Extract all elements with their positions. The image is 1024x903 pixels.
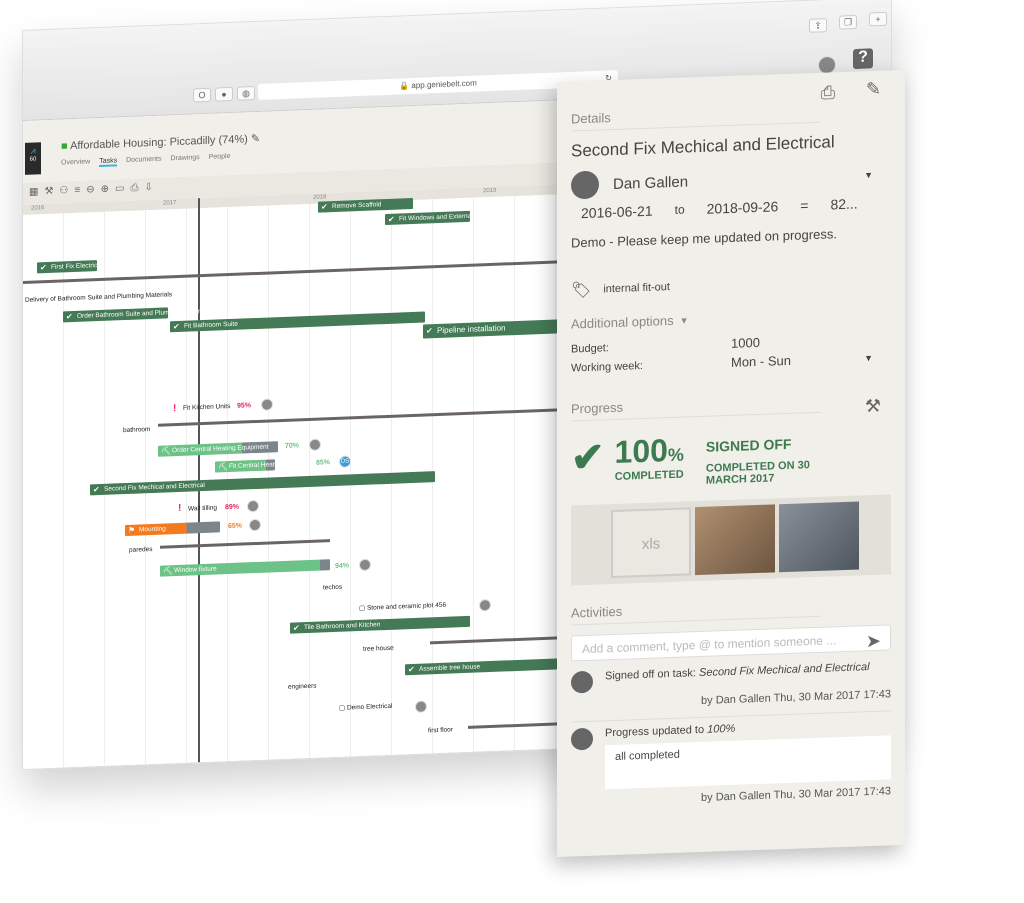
tabs-icon[interactable]: ❐ xyxy=(839,14,857,30)
avatar xyxy=(571,670,593,694)
budget-value[interactable]: 1000 xyxy=(731,335,760,351)
photo-thumbnail[interactable] xyxy=(779,501,859,573)
calendar-icon: ▢ xyxy=(339,704,347,712)
chevron-down-icon[interactable]: ▼ xyxy=(864,352,873,362)
task-bar[interactable]: First Fix Electrical and Mechanical xyxy=(37,260,150,274)
help-icon[interactable]: ? xyxy=(853,48,873,70)
task-percent: 89% xyxy=(225,503,240,512)
working-week-select[interactable]: Mon - Sun xyxy=(731,353,791,370)
share-icon[interactable]: ⇪ xyxy=(809,18,827,33)
photo-thumbnail[interactable] xyxy=(695,504,775,576)
group-label: first floor xyxy=(428,726,453,735)
tag-icon: 🏷 xyxy=(571,281,592,300)
comment-bubble: all completed xyxy=(605,735,891,790)
start-date[interactable]: 2016-06-21 xyxy=(581,203,653,222)
duration[interactable]: 82... xyxy=(830,195,857,212)
pin-icon[interactable]: ● xyxy=(215,86,233,102)
group-label: techos xyxy=(323,583,343,592)
progress-heading: Progress xyxy=(571,392,821,422)
tag[interactable]: internal fit-out xyxy=(603,281,670,295)
activity-item: Signed off on task: Second Fix Mechical … xyxy=(571,660,891,694)
signed-off-status: SIGNED OFF xyxy=(705,435,792,455)
group-label: bathroom xyxy=(123,426,151,435)
lock-icon: 🔒 xyxy=(399,81,412,91)
assignee-name[interactable]: Dan Gallen xyxy=(613,173,688,193)
group-label: paredes xyxy=(129,545,153,554)
task-bar[interactable]: Fit Central Heating Boiler xyxy=(215,459,302,473)
assignee-dropdown-icon[interactable]: ▼ xyxy=(864,170,873,180)
edit-icon[interactable]: ✎ xyxy=(251,133,260,145)
add-task-icon[interactable]: ⚒ xyxy=(44,186,53,200)
task-percent: 85% xyxy=(316,459,331,467)
xls-file-icon[interactable]: xls xyxy=(611,507,691,579)
details-heading: Details xyxy=(571,102,821,132)
grid-icon[interactable]: ▦ xyxy=(29,186,38,200)
alert-icon: ! xyxy=(173,403,177,415)
export-icon[interactable]: ⇩ xyxy=(144,182,152,196)
task-label[interactable]: Wall tilling xyxy=(188,505,217,513)
new-tab-icon[interactable]: + xyxy=(869,11,887,27)
task-percent: 95% xyxy=(237,402,252,410)
app-logo[interactable]: ⩘ 60 xyxy=(25,142,41,175)
zoom-out-icon[interactable]: ⊖ xyxy=(86,184,94,198)
end-date[interactable]: 2018-09-26 xyxy=(707,198,779,217)
tab-people[interactable]: People xyxy=(209,153,231,163)
project-grid-icon: ■ xyxy=(61,140,71,153)
activities-heading: Activities xyxy=(571,596,821,626)
print-icon[interactable]: ⎙ xyxy=(130,183,138,197)
task-percent: 94% xyxy=(335,562,350,570)
task-details-panel: ⎙ ✎ Details Second Fix Mechical and Elec… xyxy=(557,69,905,857)
attachments: xls xyxy=(571,494,891,586)
tab-documents[interactable]: Documents xyxy=(126,156,161,166)
assignee-avatar xyxy=(571,170,599,200)
indent-icon[interactable]: ≡ xyxy=(74,185,80,199)
group-label: engineers xyxy=(288,682,317,691)
tab-tasks[interactable]: Tasks xyxy=(99,157,118,168)
add-milestone-icon[interactable]: ⚇ xyxy=(59,185,68,199)
tab-drawings[interactable]: Drawings xyxy=(171,154,200,164)
edit-icon[interactable]: ✎ xyxy=(866,79,881,101)
chevron-down-icon: ▼ xyxy=(679,314,689,326)
zoom-in-icon[interactable]: ⊕ xyxy=(101,184,109,198)
calendar-icon: ▢ xyxy=(359,604,367,613)
additional-options-toggle[interactable]: Additional options ▼ xyxy=(571,305,891,332)
pulse-icon: ⩘ xyxy=(30,145,36,156)
task-description[interactable]: Demo - Please keep me updated on progres… xyxy=(571,224,891,250)
alert-icon: ! xyxy=(178,502,182,515)
avatar xyxy=(571,727,593,751)
tab-overview[interactable]: Overview xyxy=(61,158,90,168)
print-icon[interactable]: ⎙ xyxy=(821,82,835,104)
task-percent: 65% xyxy=(228,522,243,531)
hammer-help-icon[interactable]: ⚒ xyxy=(865,396,881,418)
progress-percent: 100 xyxy=(614,432,668,470)
present-icon[interactable]: ▭ xyxy=(115,183,124,197)
group-label: tree house xyxy=(363,644,394,653)
send-icon[interactable]: ➤ xyxy=(866,631,881,653)
extension-icon[interactable]: ◍ xyxy=(237,86,255,101)
check-icon: ✔ xyxy=(571,435,605,481)
comment-input[interactable]: Add a comment, type @ to mention someone… xyxy=(571,624,891,662)
activity-item: Progress updated to 100% all completed xyxy=(571,710,891,791)
task-title[interactable]: Second Fix Mechical and Electrical xyxy=(571,130,891,161)
privacy-icon[interactable]: O xyxy=(193,87,211,103)
task-percent: 70% xyxy=(285,442,300,450)
